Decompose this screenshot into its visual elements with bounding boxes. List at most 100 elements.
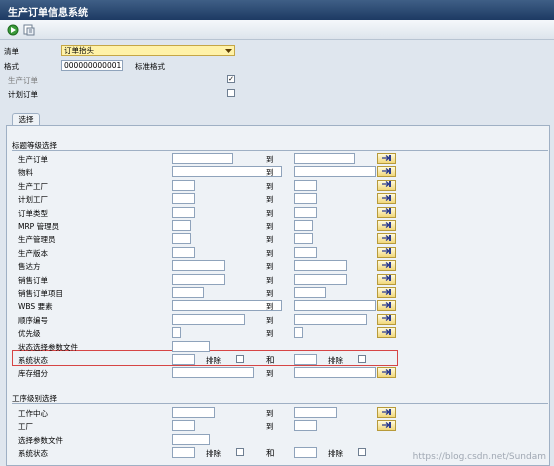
exclude-checkbox[interactable] bbox=[236, 448, 244, 457]
section-divider bbox=[12, 150, 548, 151]
to-input[interactable] bbox=[294, 233, 313, 245]
to-input[interactable] bbox=[294, 407, 337, 418]
prod-order-checkbox[interactable]: ✓ bbox=[227, 75, 235, 83]
to-input[interactable] bbox=[294, 166, 376, 178]
value-input[interactable] bbox=[172, 340, 210, 352]
multiple-selection-button[interactable] bbox=[377, 206, 396, 218]
to-input[interactable] bbox=[294, 367, 376, 379]
to-input[interactable] bbox=[294, 273, 347, 285]
list-select[interactable]: 订单抬头 bbox=[61, 45, 235, 56]
and-label: 和 bbox=[266, 449, 275, 460]
from-input[interactable] bbox=[172, 233, 191, 245]
from-input[interactable] bbox=[172, 327, 181, 339]
row-label: 生产工厂 bbox=[18, 181, 48, 191]
exclude-checkbox[interactable] bbox=[358, 448, 366, 457]
and-label: 和 bbox=[266, 356, 275, 366]
exclude-checkbox[interactable] bbox=[358, 355, 366, 363]
multiple-selection-icon bbox=[381, 301, 392, 311]
multiple-selection-icon bbox=[381, 247, 392, 257]
multiple-selection-button[interactable] bbox=[377, 367, 396, 379]
to-input[interactable] bbox=[294, 193, 317, 205]
multiple-selection-button[interactable] bbox=[377, 220, 396, 231]
row-label: 库存细分 bbox=[18, 369, 48, 379]
multiple-selection-icon bbox=[381, 408, 392, 418]
from-input[interactable] bbox=[172, 206, 195, 218]
plan-order-label: 计划订单 bbox=[8, 90, 38, 99]
to-label: 到 bbox=[266, 248, 274, 258]
from-input[interactable] bbox=[172, 287, 204, 298]
window-title: 生产订单信息系统 bbox=[0, 0, 554, 20]
status-input-2[interactable] bbox=[294, 447, 317, 459]
multiple-selection-button[interactable] bbox=[377, 287, 396, 298]
from-input[interactable] bbox=[172, 273, 225, 285]
multiple-selection-button[interactable] bbox=[377, 327, 396, 339]
multiple-selection-button[interactable] bbox=[377, 179, 396, 191]
row-label: 顺序编号 bbox=[18, 315, 48, 325]
from-input[interactable] bbox=[172, 193, 195, 205]
multiple-selection-button[interactable] bbox=[377, 193, 396, 205]
to-input[interactable] bbox=[294, 327, 303, 339]
multiple-selection-button[interactable] bbox=[377, 407, 396, 418]
exclude-checkbox[interactable] bbox=[236, 355, 244, 363]
save-variant-icon[interactable] bbox=[22, 23, 35, 36]
multiple-selection-button[interactable] bbox=[377, 313, 396, 325]
multiple-selection-icon bbox=[381, 274, 392, 284]
from-input[interactable] bbox=[172, 260, 225, 272]
to-label: 到 bbox=[266, 422, 274, 432]
dropdown-arrow-icon[interactable] bbox=[225, 46, 232, 55]
multiple-selection-button[interactable] bbox=[377, 246, 396, 258]
multiple-selection-button[interactable] bbox=[377, 300, 396, 312]
multiple-selection-icon bbox=[381, 154, 392, 164]
from-input[interactable] bbox=[172, 220, 191, 231]
toolbar bbox=[0, 20, 554, 40]
to-input[interactable] bbox=[294, 206, 317, 218]
from-input[interactable] bbox=[172, 153, 233, 164]
execute-icon[interactable] bbox=[6, 23, 19, 36]
value-input[interactable] bbox=[172, 433, 210, 445]
from-input[interactable] bbox=[172, 179, 195, 191]
multiple-selection-icon bbox=[381, 167, 392, 177]
status-input-2[interactable] bbox=[294, 354, 317, 365]
format-input[interactable]: 000000000001 bbox=[61, 60, 123, 71]
row-label: 系统状态 bbox=[18, 449, 48, 459]
multiple-selection-button[interactable] bbox=[377, 260, 396, 272]
row-label: 销售订单 bbox=[18, 275, 48, 285]
plan-order-checkbox[interactable] bbox=[227, 89, 235, 97]
row-label: 状态选择参数文件 bbox=[18, 342, 78, 352]
to-input[interactable] bbox=[294, 153, 355, 164]
multiple-selection-button[interactable] bbox=[377, 420, 396, 432]
tab-selection[interactable]: 选择 bbox=[12, 113, 40, 125]
from-input[interactable] bbox=[172, 407, 215, 418]
status-input[interactable] bbox=[172, 354, 195, 365]
multiple-selection-button[interactable] bbox=[377, 153, 396, 164]
to-label: 到 bbox=[266, 208, 274, 218]
row-label: 选择参数文件 bbox=[18, 435, 63, 445]
multiple-selection-button[interactable] bbox=[377, 233, 396, 245]
to-input[interactable] bbox=[294, 300, 376, 312]
to-label: 到 bbox=[266, 262, 274, 272]
multiple-selection-icon bbox=[381, 368, 392, 378]
to-input[interactable] bbox=[294, 287, 326, 298]
row-label: 售达方 bbox=[18, 262, 41, 272]
to-input[interactable] bbox=[294, 260, 347, 272]
to-input[interactable] bbox=[294, 179, 317, 191]
prod-order-label: 生产订单 bbox=[8, 76, 38, 85]
to-input[interactable] bbox=[294, 420, 317, 432]
from-input[interactable] bbox=[172, 313, 245, 325]
to-label: 到 bbox=[266, 181, 274, 191]
to-label: 到 bbox=[266, 289, 274, 298]
to-input[interactable] bbox=[294, 313, 367, 325]
multiple-selection-button[interactable] bbox=[377, 166, 396, 178]
exclude-label: 排除 bbox=[328, 449, 343, 459]
row-label: 系统状态 bbox=[18, 356, 48, 365]
multiple-selection-button[interactable] bbox=[377, 273, 396, 285]
to-input[interactable] bbox=[294, 246, 317, 258]
from-input[interactable] bbox=[172, 420, 195, 432]
from-input[interactable] bbox=[172, 246, 195, 258]
multiple-selection-icon bbox=[381, 194, 392, 204]
from-input[interactable] bbox=[172, 367, 254, 379]
multiple-selection-icon bbox=[381, 328, 392, 338]
status-input[interactable] bbox=[172, 447, 195, 459]
to-input[interactable] bbox=[294, 220, 313, 231]
multiple-selection-icon bbox=[381, 261, 392, 271]
